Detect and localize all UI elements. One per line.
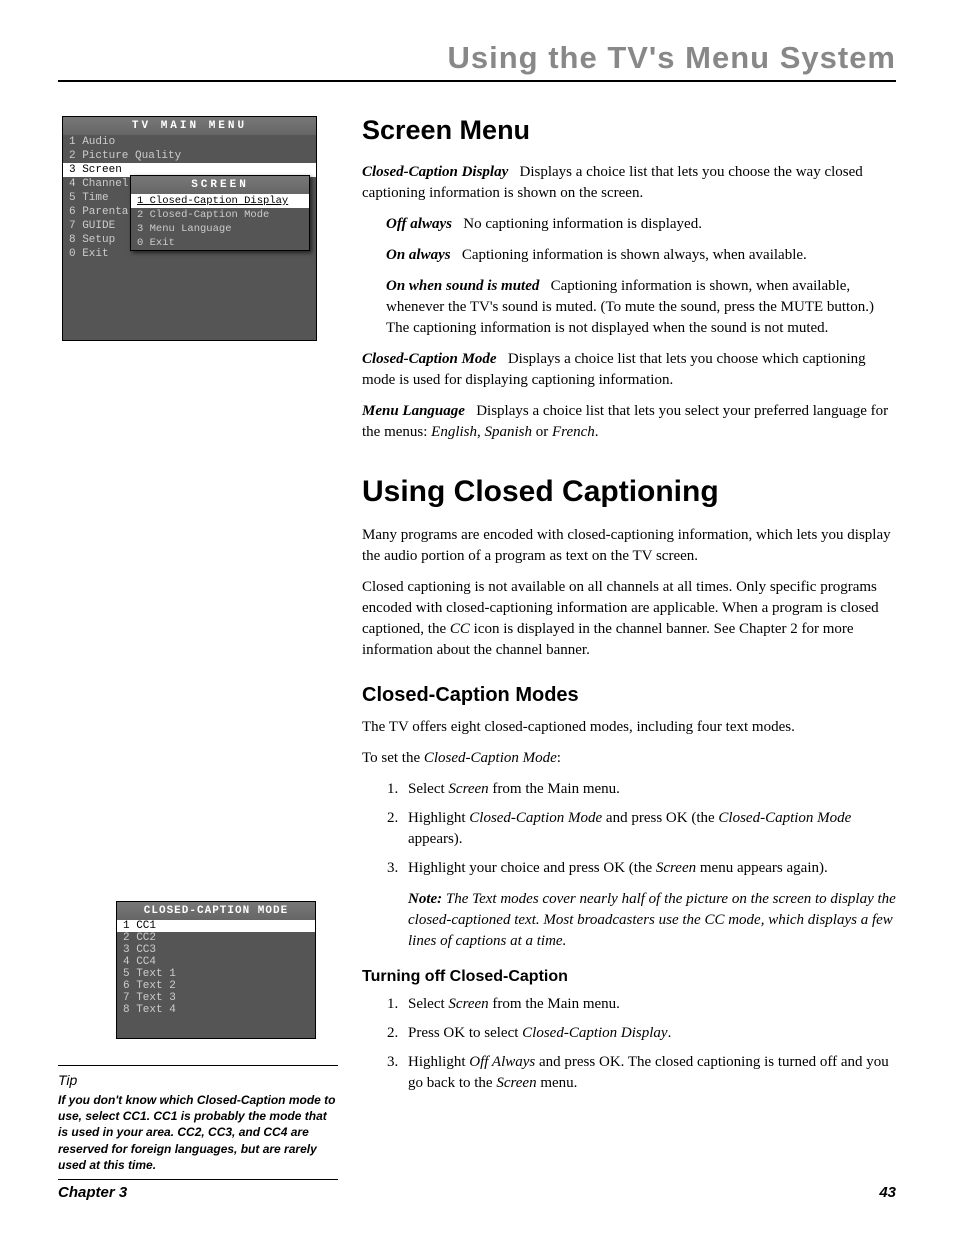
step-off-3: Highlight Off Always and press OK. The c… [402,1052,896,1094]
footer-page-number: 43 [879,1184,896,1201]
para-eight-modes: The TV offers eight closed-captioned mod… [362,717,896,738]
menu-item: 1 Audio [63,135,316,149]
main-content: Screen Menu Closed-Caption Display Displ… [362,112,896,1180]
tv-main-menu-figure: TV MAIN MENU 1 Audio 2 Picture Quality 3… [62,116,317,341]
screen-submenu: SCREEN 1 Closed-Caption Display 2 Closed… [130,175,310,251]
step-1: Select Screen from the Main menu. [402,779,896,800]
cc-item-selected: 1 CC1 [117,920,315,932]
tip-body: If you don't know which Closed-Caption m… [58,1092,338,1173]
cc-mode-title: CLOSED-CAPTION MODE [117,902,315,920]
screen-submenu-title: SCREEN [131,176,309,194]
heading-using-cc: Using Closed Captioning [362,471,896,513]
para-off-always: Off always No captioning information is … [386,214,896,235]
submenu-item-selected: 1 Closed-Caption Display [131,194,309,208]
submenu-item: 3 Menu Language [131,222,309,236]
step-off-2: Press OK to select Closed-Caption Displa… [402,1023,896,1044]
tip-label: Tip [58,1072,338,1088]
cc-item: 4 CC4 [117,956,315,968]
para-on-always: On always Captioning information is show… [386,245,896,266]
para-cc-mode: Closed-Caption Mode Displays a choice li… [362,349,896,391]
cc-item: 8 Text 4 [117,1004,315,1016]
step-2: Highlight Closed-Caption Mode and press … [402,808,896,850]
heading-screen-menu: Screen Menu [362,112,896,150]
para-cc-intro: Many programs are encoded with closed-ca… [362,525,896,567]
page-footer: Chapter 3 43 [58,1184,896,1201]
left-column: TV MAIN MENU 1 Audio 2 Picture Quality 3… [58,112,338,1180]
page-header-title: Using the TV's Menu System [58,40,896,82]
para-to-set: To set the Closed-Caption Mode: [362,748,896,769]
cc-mode-menu-figure: CLOSED-CAPTION MODE 1 CC1 2 CC2 3 CC3 4 … [116,901,316,1039]
heading-turn-off-cc: Turning off Closed-Caption [362,966,896,988]
submenu-item: 2 Closed-Caption Mode [131,208,309,222]
step-3: Highlight your choice and press OK (the … [402,858,896,952]
footer-chapter: Chapter 3 [58,1184,127,1201]
steps-set-cc: Select Screen from the Main menu. Highli… [402,779,896,952]
para-cc-display: Closed-Caption Display Displays a choice… [362,162,896,204]
submenu-item: 0 Exit [131,236,309,250]
menu-item: 2 Picture Quality [63,149,316,163]
heading-cc-modes: Closed-Caption Modes [362,681,896,709]
steps-turn-off: Select Screen from the Main menu. Press … [402,994,896,1094]
cc-item: 6 Text 2 [117,980,315,992]
cc-item: 2 CC2 [117,932,315,944]
cc-item: 5 Text 1 [117,968,315,980]
para-on-muted: On when sound is muted Captioning inform… [386,276,896,339]
para-menu-language: Menu Language Displays a choice list tha… [362,401,896,443]
tip-block: Tip If you don't know which Closed-Capti… [58,1065,338,1180]
cc-item: 7 Text 3 [117,992,315,1004]
para-cc-availability: Closed captioning is not available on al… [362,577,896,661]
step-off-1: Select Screen from the Main menu. [402,994,896,1015]
tv-main-menu-title: TV MAIN MENU [63,117,316,135]
note: Note: The Text modes cover nearly half o… [408,889,896,952]
cc-item: 3 CC3 [117,944,315,956]
